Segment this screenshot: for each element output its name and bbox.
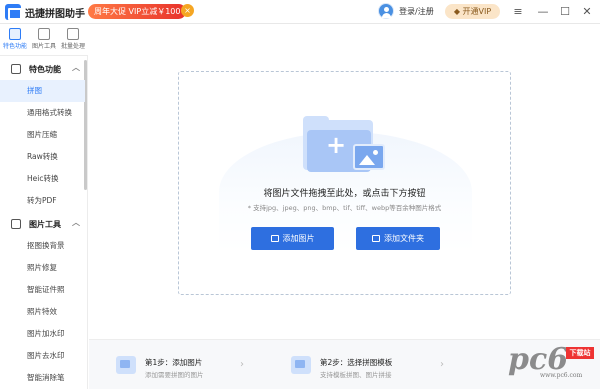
minimize-button[interactable]: — (534, 3, 552, 21)
sidebar-item-add-watermark[interactable]: 图片加水印 (0, 323, 85, 345)
menu-button[interactable]: ≡ (509, 3, 527, 21)
sidebar-item-heic[interactable]: Heic转换 (0, 168, 85, 190)
folder-plus-icon (372, 235, 380, 242)
login-register-link[interactable]: 登录/注册 (399, 6, 434, 17)
sidebar-item-id-photo[interactable]: 智能证件照 (0, 279, 85, 301)
sidebar-item-compress[interactable]: 图片压缩 (0, 124, 85, 146)
chevron-up-icon: ︿ (72, 218, 80, 227)
sidebar-item-photo-repair[interactable]: 照片修复 (0, 257, 85, 279)
tab-batch[interactable]: 批量处理 (60, 26, 86, 50)
promo-close-button[interactable]: × (181, 4, 194, 17)
image-icon (270, 235, 279, 242)
chevron-up-icon: ︿ (72, 63, 80, 72)
supported-formats-text: * 支持jpg、jpeg、png、bmp、tif、tiff、webp等百余种图片… (247, 204, 442, 212)
sidebar: 特色功能 ︿ 拼图 通用格式转换 图片压缩 Raw转换 Heic转换 转为PDF… (0, 56, 88, 389)
main-area: + 将图片文件拖拽至此处，或点击下方按钮 * 支持jpg、jpeg、png、bm… (89, 24, 600, 389)
add-folder-label: 添加文件夹 (384, 234, 424, 243)
tab-features-label: 特色功能 (2, 43, 27, 50)
feature-icon (9, 28, 21, 40)
diamond-icon: ◆ (453, 7, 463, 16)
chevron-right-icon: › (440, 359, 444, 370)
sidebar-item-eraser[interactable]: 智能消除笔 (0, 367, 85, 389)
user-avatar-icon[interactable] (378, 3, 394, 19)
sidebar-section-features[interactable]: 特色功能 ︿ (0, 58, 85, 80)
app-logo-icon (5, 4, 22, 20)
section-label: 特色功能 (29, 65, 61, 74)
tab-batch-label: 批量处理 (60, 43, 85, 50)
sidebar-section-image-tools[interactable]: 图片工具 ︿ (0, 213, 85, 235)
section-label: 图片工具 (29, 220, 61, 229)
promo-banner[interactable]: 周年大促 VIP立减￥100 (88, 4, 187, 19)
sidebar-item-effects[interactable]: 照片特效 (0, 301, 85, 323)
tab-features[interactable]: 特色功能 (2, 26, 28, 50)
add-image-label: 添加图片 (282, 234, 315, 243)
grid-icon (11, 64, 21, 74)
step2-subtitle: 支持模板拼图、图片拼接 (320, 371, 392, 379)
sidebar-item-remove-watermark[interactable]: 图片去水印 (0, 345, 85, 367)
title-bar: 迅捷拼图助手 周年大促 VIP立减￥100 × 登录/注册 ◆ 开通VIP ≡ … (0, 0, 600, 24)
batch-icon (67, 28, 79, 40)
chevron-right-icon: › (240, 359, 244, 370)
sidebar-item-format-convert[interactable]: 通用格式转换 (0, 102, 85, 124)
drop-zone[interactable]: + 将图片文件拖拽至此处，或点击下方按钮 * 支持jpg、jpeg、png、bm… (178, 71, 511, 295)
app-title: 迅捷拼图助手 (25, 9, 85, 20)
sidebar-item-collage[interactable]: 拼图 (0, 80, 85, 102)
image-tools-icon (38, 28, 50, 40)
watermark-url: www.pc6.com (540, 372, 583, 379)
open-vip-label: 开通VIP (462, 7, 492, 16)
maximize-button[interactable]: ☐ (556, 3, 574, 21)
add-folder-button[interactable]: 添加文件夹 (356, 227, 440, 250)
open-vip-button[interactable]: ◆ 开通VIP (445, 4, 500, 19)
sidebar-item-raw[interactable]: Raw转换 (0, 146, 85, 168)
site-watermark: pc6 下载站 www.pc6.com (508, 343, 596, 385)
step1-title: 第1步：添加图片 (145, 358, 203, 367)
tools-icon (11, 219, 21, 229)
step1-subtitle: 添加需要拼图的图片 (145, 371, 204, 379)
tab-image-tools[interactable]: 图片工具 (31, 26, 57, 50)
step1-image-icon (116, 356, 136, 374)
top-tab-bar: 特色功能 图片工具 批量处理 (0, 24, 88, 56)
folder-image-icon: + (303, 116, 387, 176)
drop-zone-title: 将图片文件拖拽至此处，或点击下方按钮 (263, 189, 426, 199)
tab-image-tools-label: 图片工具 (31, 43, 56, 50)
step2-template-icon (291, 356, 311, 374)
add-image-button[interactable]: 添加图片 (251, 227, 334, 250)
watermark-badge: 下载站 (566, 347, 594, 359)
step2-title: 第2步：选择拼图模板 (320, 358, 393, 367)
sidebar-item-cutout[interactable]: 抠图换背景 (0, 235, 85, 257)
sidebar-item-to-pdf[interactable]: 转为PDF (0, 190, 85, 212)
close-button[interactable]: ✕ (578, 3, 596, 21)
